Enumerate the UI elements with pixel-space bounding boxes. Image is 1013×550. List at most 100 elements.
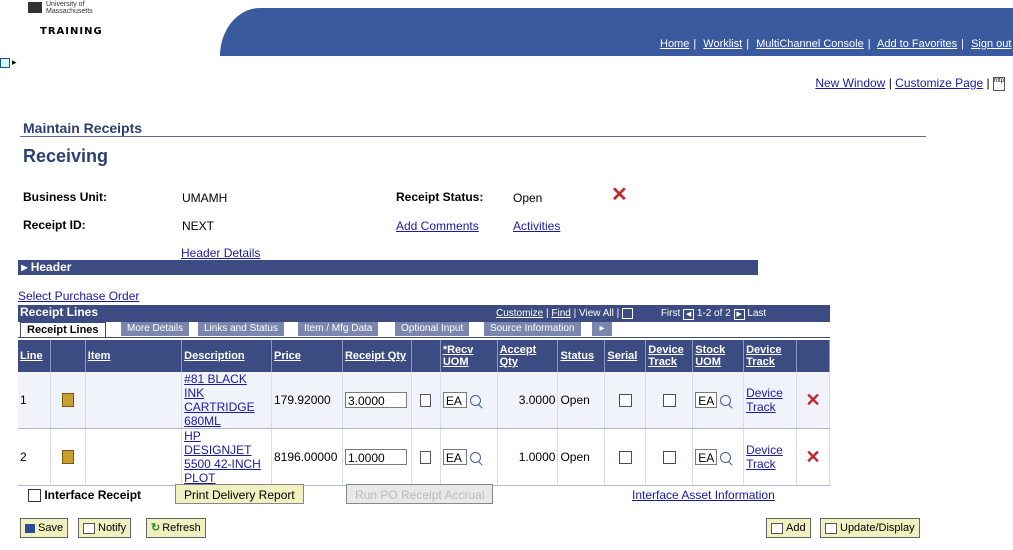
grid-next-icon[interactable]: ▶ (733, 309, 745, 321)
stock-uom-input[interactable]: EA (695, 449, 718, 465)
select-purchase-order-link[interactable]: Select Purchase Order (18, 289, 139, 303)
nav-add-to-favorites[interactable]: Add to Favorites (877, 38, 957, 50)
col-accept-qty[interactable]: Accept Qty (497, 340, 559, 372)
lookup-icon[interactable] (469, 394, 481, 406)
save-label: Save (38, 522, 64, 534)
tab-receipt-lines[interactable]: Receipt Lines (20, 322, 106, 337)
price: 8196.00000 (271, 428, 343, 486)
serial-checkbox[interactable] (618, 451, 632, 465)
update-display-button[interactable]: Update/Display (820, 518, 920, 538)
tab-source-information[interactable]: Source Information (484, 322, 582, 336)
grid-header-row: Line Item Description Price Receipt Qty … (18, 340, 831, 372)
new-window-link[interactable]: New Window (815, 76, 885, 90)
save-button[interactable]: Save (20, 518, 69, 538)
grid-customize-link[interactable]: Customize (496, 308, 543, 319)
add-comments-link[interactable]: Add Comments (396, 219, 479, 233)
header-section-label: Header (30, 260, 72, 274)
tab-item-mfg-data[interactable]: Item / Mfg Data (298, 322, 380, 336)
col-status[interactable]: Status (557, 340, 606, 372)
col-stock-uom[interactable]: Stock UOM (692, 340, 745, 372)
recv-uom-input[interactable]: EA (442, 392, 467, 408)
col-recv-uom[interactable]: *Recv UOM (440, 340, 498, 372)
copy-icon[interactable] (420, 394, 432, 408)
description-link[interactable]: #81 BLACK INK CARTRIDGE 680ML (184, 372, 254, 428)
lookup-icon[interactable] (469, 451, 481, 463)
refresh-button[interactable]: ↻ Refresh (146, 518, 206, 538)
lookup-icon[interactable] (720, 394, 732, 406)
run-po-receipt-accrual-button: Run PO Receipt Accrual (346, 484, 494, 504)
grid-prev-icon[interactable]: ◀ (683, 309, 695, 321)
grid-view-all-link[interactable]: View All (579, 308, 614, 319)
add-label: Add (786, 522, 806, 534)
interface-asset-information-link[interactable]: Interface Asset Information (632, 488, 775, 502)
tab-links-and-status[interactable]: Links and Status (198, 322, 285, 336)
stock-uom-input[interactable]: EA (695, 392, 718, 408)
grid-first-label[interactable]: First (661, 308, 680, 319)
col-serial[interactable]: Serial (604, 340, 647, 372)
line-details-icon[interactable] (61, 393, 74, 408)
page-links: New Window | Customize Page | http (815, 76, 1005, 91)
nav-worklist[interactable]: Worklist (703, 38, 742, 50)
refresh-icon: ↻ (151, 522, 161, 534)
grid-download-icon[interactable] (622, 308, 634, 319)
grid-last-label[interactable]: Last (747, 308, 766, 319)
grid-range: 1-2 of 2 (696, 308, 731, 320)
delete-row-icon[interactable]: ✕ (805, 447, 820, 467)
tab-optional-input[interactable]: Optional Input (395, 322, 471, 336)
col-device-track-link[interactable]: Device Track (743, 340, 797, 372)
description-link[interactable]: HP DESIGNJET 5500 42-INCH PLOT (184, 429, 261, 485)
cancel-receipt-icon[interactable]: ✕ (611, 182, 628, 207)
lookup-icon[interactable] (720, 451, 732, 463)
header-details-link[interactable]: Header Details (181, 246, 260, 260)
nav-home[interactable]: Home (660, 38, 689, 50)
nav-sign-out[interactable]: Sign out (971, 38, 1011, 50)
receipt-qty-input[interactable]: 1.0000 (344, 449, 407, 465)
http-icon[interactable]: http (993, 76, 1005, 91)
page-title: Maintain Receipts (23, 120, 143, 136)
col-item[interactable]: Item (85, 340, 183, 372)
activities-link[interactable]: Activities (513, 219, 560, 233)
interface-receipt-checkbox[interactable] (28, 489, 41, 503)
item-cell (85, 428, 183, 486)
device-track-link[interactable]: Device Track (746, 386, 783, 414)
page-heading: Receiving (23, 146, 109, 166)
environment-label: TRAINING (40, 26, 103, 37)
business-unit-value: UMAMH (182, 191, 228, 205)
device-track-link[interactable]: Device Track (746, 443, 783, 471)
copy-icon[interactable] (420, 451, 432, 465)
menu-toggle-icon[interactable] (0, 58, 10, 68)
receipt-qty-input[interactable]: 3.0000 (344, 392, 407, 408)
col-description[interactable]: Description (181, 340, 272, 372)
delete-row-icon[interactable]: ✕ (805, 390, 820, 410)
col-price[interactable]: Price (271, 340, 343, 372)
customize-page-link[interactable]: Customize Page (895, 76, 983, 90)
receipt-status-label: Receipt Status: (396, 190, 484, 204)
notify-button[interactable]: Notify (78, 518, 132, 538)
add-button[interactable]: Add (766, 518, 811, 538)
show-all-columns-icon[interactable]: ▸ (592, 322, 613, 336)
expand-icon: ▸ (21, 260, 28, 274)
refresh-label: Refresh (162, 522, 201, 534)
menu-arrow-icon[interactable]: ▸ (12, 57, 17, 68)
line-number: 1 (18, 372, 51, 429)
table-row: 2 HP DESIGNJET 5500 42-INCH PLOT 8196.00… (18, 428, 831, 486)
grid-find-link[interactable]: Find (551, 308, 570, 319)
title-divider (20, 136, 926, 137)
device-track-checkbox[interactable] (662, 451, 676, 465)
table-row: 1 #81 BLACK INK CARTRIDGE 680ML 179.9200… (18, 372, 831, 429)
line-details-icon[interactable] (61, 450, 74, 465)
col-device-track[interactable]: Device Track (645, 340, 694, 372)
nav-multichannel-console[interactable]: MultiChannel Console (756, 38, 864, 50)
col-line[interactable]: Line (18, 340, 51, 372)
grid-navigation: Customize | Find | View All | First ◀ 1-… (496, 308, 767, 321)
receipt-status-value: Open (513, 191, 543, 205)
tab-more-details[interactable]: More Details (121, 322, 191, 336)
col-copy (411, 340, 441, 372)
interface-receipt-option[interactable]: Interface Receipt (28, 488, 141, 503)
col-receipt-qty[interactable]: Receipt Qty (342, 340, 412, 372)
header-section-bar[interactable]: ▸ Header (18, 260, 758, 275)
recv-uom-input[interactable]: EA (442, 449, 467, 465)
serial-checkbox[interactable] (618, 394, 632, 408)
print-delivery-report-button[interactable]: Print Delivery Report (175, 484, 304, 504)
device-track-checkbox[interactable] (662, 394, 676, 408)
